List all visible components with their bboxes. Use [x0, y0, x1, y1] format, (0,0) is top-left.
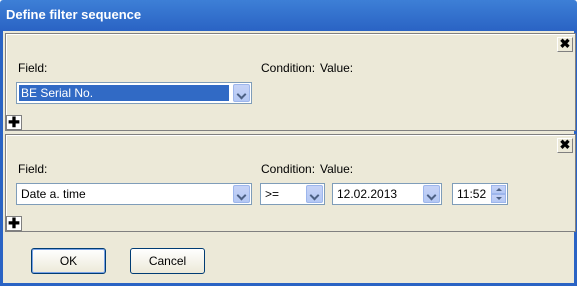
value-label: Value: [320, 61, 354, 75]
add-filter-2-button[interactable]: ✚ [6, 216, 22, 231]
ok-button[interactable]: OK [31, 248, 106, 274]
close-x-icon: ✖ [559, 36, 571, 51]
condition-label: Condition: [261, 61, 316, 75]
time-value: 11:52 [457, 187, 487, 201]
filter-row-1: ✖ Field: Condition: Value: BE Serial No.… [5, 33, 576, 131]
filter-row-2: ✖ Field: Condition: Value: Date a. time … [5, 134, 576, 232]
chevron-down-icon[interactable] [423, 185, 440, 203]
field-label: Field: [18, 162, 48, 176]
spinner-buttons [491, 185, 506, 203]
dialog-title: Define filter sequence [6, 7, 142, 22]
filter-dialog: Define filter sequence ✖ Field: Conditio… [0, 0, 581, 292]
plus-icon: ✚ [8, 215, 20, 231]
chevron-down-icon[interactable] [233, 84, 250, 102]
condition-select[interactable]: >= [260, 183, 325, 205]
remove-filter-2-button[interactable]: ✖ [557, 138, 573, 153]
close-x-icon: ✖ [559, 137, 571, 152]
remove-filter-1-button[interactable]: ✖ [557, 37, 573, 52]
condition-select-value: >= [265, 187, 280, 201]
date-value: 12.02.2013 [337, 187, 398, 201]
add-filter-1-button[interactable]: ✚ [6, 115, 22, 130]
field-select-value: Date a. time [21, 187, 86, 201]
field-select-1[interactable]: BE Serial No. [16, 82, 252, 104]
field-select-2[interactable]: Date a. time [16, 183, 252, 205]
time-spinner[interactable]: 11:52 [452, 183, 508, 205]
spin-down-icon[interactable] [491, 194, 506, 203]
cancel-button[interactable]: Cancel [130, 248, 205, 274]
condition-label: Condition: [261, 162, 316, 176]
spin-up-icon[interactable] [491, 185, 506, 194]
date-picker[interactable]: 12.02.2013 [332, 183, 442, 205]
field-select-value: BE Serial No. [19, 85, 229, 101]
plus-icon: ✚ [8, 114, 20, 130]
chevron-down-icon[interactable] [306, 185, 323, 203]
field-label: Field: [18, 61, 48, 75]
chevron-down-icon[interactable] [233, 185, 250, 203]
value-label: Value: [320, 162, 354, 176]
dialog-body: ✖ Field: Condition: Value: BE Serial No.… [0, 31, 577, 286]
title-bar[interactable]: Define filter sequence [0, 0, 577, 31]
